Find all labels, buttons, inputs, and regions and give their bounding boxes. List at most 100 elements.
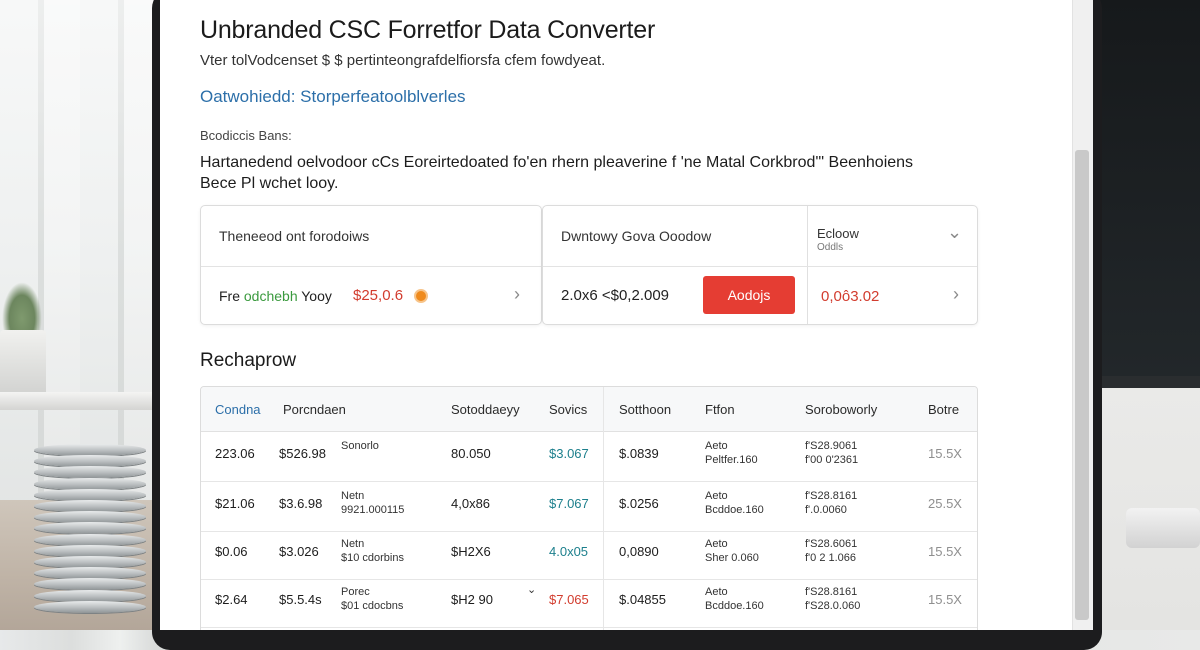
coin-stack bbox=[34, 444, 152, 620]
table-cell: Peltfer.160 bbox=[705, 454, 758, 466]
table-cell: $5.5.4s bbox=[279, 592, 322, 607]
card-right-chevron-icon[interactable]: › bbox=[953, 284, 959, 305]
desk-object bbox=[1126, 508, 1200, 548]
table-cell: f'S28.8161 bbox=[805, 586, 858, 598]
table-cell: f'.0.0060 bbox=[805, 504, 847, 516]
table-cell: f'0 2 1.066 bbox=[805, 552, 857, 564]
table-cell: $3.067 bbox=[549, 446, 589, 461]
coin bbox=[34, 488, 146, 501]
dropdown-label[interactable]: Ecloow bbox=[817, 226, 859, 241]
plant-pot bbox=[0, 330, 46, 400]
conversion-card-left: Theneeod ont forodoiws Fre odchebh Yooy … bbox=[200, 205, 542, 325]
table-cell: $526.98 bbox=[279, 446, 326, 461]
section-title: Rechaprow bbox=[200, 350, 297, 371]
conversion-card-right: Dwntowy Gova Ooodow Ecloow Oddls ⌄ 2.0x6… bbox=[542, 205, 978, 325]
dropdown-chevron-icon[interactable]: ⌄ bbox=[947, 222, 962, 243]
card-right-result: 0,0ô3.02 bbox=[821, 288, 880, 305]
card-left-chevron-icon[interactable]: › bbox=[514, 284, 520, 305]
card-right-header: Dwntowy Gova Ooodow bbox=[561, 228, 712, 244]
table-cell: $0.06 bbox=[215, 544, 248, 559]
table-cell: $01 cdocbns bbox=[341, 600, 404, 612]
coin bbox=[34, 466, 146, 479]
table-cell: 0,0890 bbox=[619, 544, 659, 559]
background-monitor bbox=[1098, 0, 1200, 376]
table-cell: $2.64 bbox=[215, 592, 248, 607]
column-header[interactable]: Porcndaen bbox=[283, 402, 346, 417]
card-right-separator bbox=[807, 206, 808, 324]
table-cell: Aeto bbox=[705, 490, 728, 502]
column-header[interactable]: Botre bbox=[928, 402, 959, 417]
table-cell: f'S28.6061 bbox=[805, 538, 858, 550]
table-cell: $3.026 bbox=[279, 544, 319, 559]
coin bbox=[34, 544, 146, 557]
table-cell: $7.065 bbox=[549, 592, 589, 607]
table-cell: Sonorlo bbox=[341, 440, 379, 452]
column-header[interactable]: Condna bbox=[215, 402, 261, 417]
card-left-label: Fre odchebh Yooy bbox=[219, 288, 332, 304]
card-left-label-green: odchebh bbox=[243, 288, 298, 304]
coin bbox=[34, 600, 146, 613]
table-cell: 25.5X bbox=[928, 496, 962, 511]
table-row[interactable]: 223.06 $526.98 Sonorlo 80.050 $3.067 $.0839 Ae… bbox=[201, 431, 977, 482]
table-row[interactable]: $21.06 $3.6.98 Netn 9921.000115 4,0x86 $7.067… bbox=[201, 481, 977, 532]
card-right-value: 2.0x6 <$0,2.009 bbox=[561, 287, 670, 304]
table-cell: 15.5X bbox=[928, 446, 962, 461]
table-cell: 9921.000115 bbox=[341, 504, 405, 516]
table-cell: ⌄ bbox=[527, 584, 537, 596]
table-cell: Sher 0.060 bbox=[705, 552, 759, 564]
table-row[interactable]: $0.06 $3.026 Netn $10 cdorbins $H2X6 4.0x05 0,… bbox=[201, 529, 977, 580]
table-cell: 223.06 bbox=[215, 446, 255, 461]
coin bbox=[34, 578, 146, 591]
convert-button[interactable]: Aodojs bbox=[703, 276, 795, 314]
table-cell: Aeto bbox=[705, 586, 728, 598]
table-cell: Bcddoe.160 bbox=[705, 504, 764, 516]
coin bbox=[34, 511, 146, 524]
table-cell: 15.5X bbox=[928, 592, 962, 607]
column-header[interactable]: Ftfon bbox=[705, 402, 735, 417]
table-cell: $7.067 bbox=[549, 496, 589, 511]
table-cell: $10 cdorbins bbox=[341, 552, 404, 564]
table-cell: $.0256 bbox=[619, 496, 659, 511]
table-cell: Aeto bbox=[705, 440, 728, 452]
description-line-1: Hartanedend oelvodoor cCs Eoreirtedoated… bbox=[200, 154, 914, 171]
page-description: Hartanedend oelvodoor cCs Eoreirtedoated… bbox=[200, 152, 960, 194]
table-cell: Aeto bbox=[705, 538, 728, 550]
column-header[interactable]: Soroboworly bbox=[805, 402, 877, 417]
page-title: Unbranded CSC Forretfor Data Converter bbox=[200, 16, 656, 44]
card-left-divider bbox=[201, 266, 541, 267]
card-left-price: $25,0.6 bbox=[353, 287, 404, 304]
table-cell: 80.050 bbox=[451, 446, 491, 461]
plant-decoration bbox=[2, 282, 42, 334]
table-cell: 4,0x86 bbox=[451, 496, 491, 511]
table-cell: $21.06 bbox=[215, 496, 255, 511]
header-link[interactable]: Oatwohiedd: Storperfeatoolblverles bbox=[200, 87, 466, 107]
table-header: Condna Porcndaen Sotoddaeyy Sovics Sotth… bbox=[201, 387, 977, 432]
table-cell: Porec bbox=[341, 586, 370, 598]
table-cell: f'S28.0.060 bbox=[805, 600, 861, 612]
description-line-2: Bece Pl wchet looy. bbox=[200, 175, 339, 192]
coin bbox=[34, 500, 146, 512]
table-cell: f'S28.9061 bbox=[805, 440, 858, 452]
coin bbox=[34, 556, 146, 568]
card-left-header: Theneeod ont forodoiws bbox=[219, 228, 370, 244]
scrollbar-thumb[interactable] bbox=[1075, 150, 1089, 620]
table-cell: $3.6.98 bbox=[279, 496, 323, 511]
background-monitor-base bbox=[1098, 376, 1200, 388]
table-cell: f'00 0'2361 bbox=[805, 454, 859, 466]
table-cell: f'S28.8161 bbox=[805, 490, 858, 502]
coin bbox=[34, 444, 146, 456]
card-left-label-suffix: Yooy bbox=[301, 288, 332, 304]
column-header[interactable]: Sotoddaeyy bbox=[451, 402, 520, 417]
coin bbox=[34, 477, 146, 490]
page-subtitle: Vter tolVodcenset $ $ pertinteongrafdelf… bbox=[200, 52, 606, 69]
coin bbox=[34, 589, 146, 602]
window-sill bbox=[0, 392, 160, 410]
column-header[interactable]: Sotthoon bbox=[619, 402, 671, 417]
column-header[interactable]: Sovics bbox=[549, 402, 587, 417]
table-cell: $H2 90 bbox=[451, 592, 493, 607]
table-row[interactable]: $2.64 $5.5.4s Porec $01 cdocbns $H2 90 ⌄ $7.06… bbox=[201, 577, 977, 628]
table-cell: Netn bbox=[341, 538, 365, 550]
table-cell: Netn bbox=[341, 490, 365, 502]
dropdown-sublabel: Oddls bbox=[817, 242, 844, 253]
section-label: Bcodiccis Bans: bbox=[200, 128, 292, 143]
